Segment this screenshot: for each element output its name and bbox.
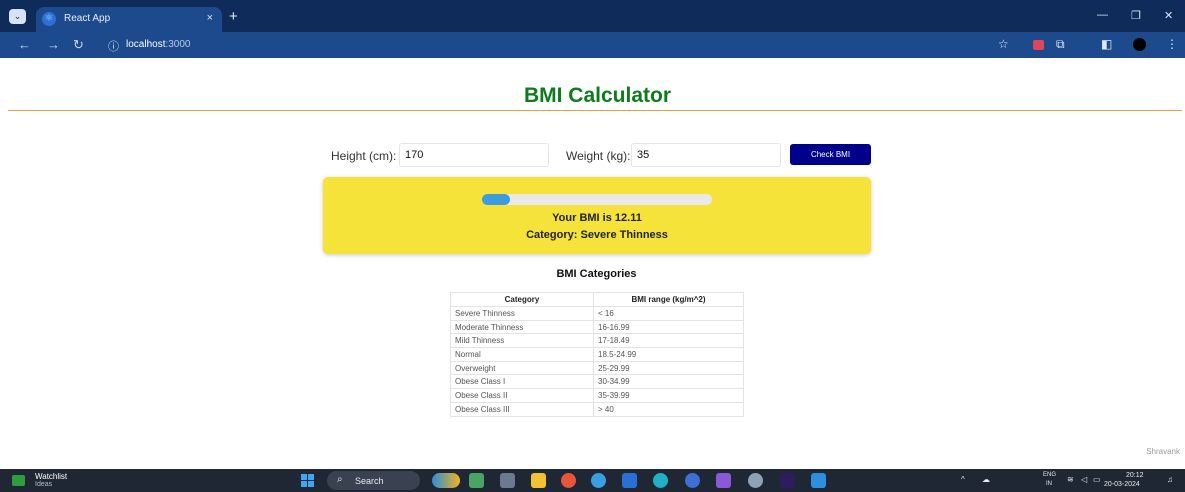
bmi-progress-fill [482,194,510,205]
category-cell: Obese Class I [450,374,594,390]
table-row: Moderate Thinness 16-16.99 [450,319,744,335]
table-row: Severe Thinness < 16 [450,306,744,321]
weight-label: Weight (kg): [566,149,631,163]
premiere-pro-icon[interactable] [780,473,795,488]
show-hidden-icons-icon[interactable]: ^ [961,475,965,484]
table-row: Obese Class II 35-39.99 [450,388,744,403]
browser-toolbar: ← → ↻ ⓘ localhost:3000 ☆ ⧉ ◧ ⋮ [0,32,1185,58]
back-arrow-icon[interactable]: ← [18,37,31,52]
volume-icon[interactable]: ◁ [1081,475,1087,484]
file-explorer-icon[interactable] [531,473,546,488]
site-info-icon[interactable]: ⓘ [108,38,119,54]
category-cell: Obese Class III [450,401,594,417]
minimize-icon[interactable]: — [1097,9,1108,21]
range-cell: 16-16.99 [593,319,744,335]
windows-taskbar: Watchlist Ideas ⌕ Search ^ ☁ ENG IN ≋ ◁ … [0,469,1185,492]
new-tab-button[interactable]: + [229,8,238,25]
tab-close-icon[interactable]: × [207,12,213,24]
react-favicon-icon: ⚛ [42,12,56,26]
table-row: Obese Class III > 40 [450,401,744,417]
height-input[interactable] [399,143,549,167]
bmi-result-box: Your BMI is 12.11 Category: Severe Thinn… [323,177,871,254]
bmi-progress-track [482,194,712,205]
url-port: :3000 [165,39,191,50]
forward-arrow-icon[interactable]: → [47,37,60,52]
category-cell: Moderate Thinness [450,319,594,335]
column-header-category: Category [450,292,594,307]
table-row: Obese Class I 30-34.99 [450,374,744,390]
language-code[interactable]: ENG [1043,472,1056,478]
tab-title: React App [64,13,111,24]
bmi-categories-table: Category BMI range (kg/m^2) Severe Thinn… [450,292,744,417]
browser-menu-icon[interactable]: ⋮ [1166,37,1178,51]
range-cell: 30-34.99 [593,374,744,390]
widget-subtitle: Ideas [35,481,53,488]
category-cell: Mild Thinness [450,333,594,349]
range-cell: 35-39.99 [593,388,744,403]
side-panel-icon[interactable]: ◧ [1101,37,1112,51]
store-icon[interactable] [622,473,637,488]
range-cell: > 40 [593,401,744,417]
category-cell: Obese Class II [450,388,594,403]
close-window-icon[interactable]: ✕ [1164,9,1173,22]
vscode-icon[interactable] [811,473,826,488]
browser-app-icon[interactable] [653,473,668,488]
settings-gear-icon[interactable] [748,473,763,488]
onedrive-icon[interactable]: ☁ [982,475,990,484]
height-label: Height (cm): [331,149,397,163]
task-view-icon[interactable] [500,473,515,488]
visual-studio-icon[interactable] [716,473,731,488]
language-region[interactable]: IN [1046,481,1052,487]
game-icon[interactable] [469,473,484,488]
range-cell: 17-18.49 [593,333,744,349]
search-icon: ⌕ [337,474,343,485]
title-divider [8,110,1182,111]
chrome-icon[interactable] [561,473,576,488]
author-watermark: Shravank [1146,447,1180,456]
bookmark-star-icon[interactable]: ☆ [998,37,1009,51]
bmi-category-text: Category: Severe Thinness [526,229,668,241]
url-host: localhost [126,39,166,50]
range-cell: 25-29.99 [593,360,744,376]
clock-date[interactable]: 20-03-2024 [1104,481,1140,488]
bmi-value-text: Your BMI is 12.11 [552,212,642,224]
wifi-icon[interactable]: ≋ [1067,475,1074,484]
table-header-row: Category BMI range (kg/m^2) [450,292,744,307]
category-cell: Severe Thinness [450,306,594,321]
taskbar-search-box[interactable]: ⌕ Search [327,471,420,490]
restore-icon[interactable]: ❐ [1131,9,1141,22]
weight-input[interactable] [631,143,781,167]
table-row: Overweight 25-29.99 [450,360,744,376]
table-row: Normal 18.5-24.99 [450,347,744,362]
r-app-icon[interactable] [685,473,700,488]
battery-icon[interactable]: ▭ [1093,475,1101,484]
browser-tab-bar: ⌄ ⚛ React App × + — ❐ ✕ [0,0,1185,32]
table-row: Mild Thinness 17-18.49 [450,333,744,349]
page-viewport: BMI Calculator Height (cm): Weight (kg):… [0,58,1185,469]
range-cell: < 16 [593,306,744,321]
address-bar[interactable]: ⓘ localhost:3000 [98,35,958,55]
range-cell: 18.5-24.99 [593,347,744,362]
browser-tab[interactable]: ⚛ React App × [36,7,222,32]
url-text: localhost:3000 [126,39,191,50]
notification-bell-icon[interactable]: ♫ [1167,475,1173,484]
clock-time[interactable]: 20:12 [1126,472,1144,479]
page-title: BMI Calculator [523,84,672,107]
windows-start-icon[interactable] [301,474,314,487]
categories-heading: BMI Categories [556,268,637,280]
profile-avatar[interactable] [1133,38,1146,51]
tab-search-chevron-icon[interactable]: ⌄ [9,9,26,24]
stock-chart-icon[interactable] [12,475,25,486]
widget-title[interactable]: Watchlist [35,472,67,481]
check-bmi-button[interactable]: Check BMI [790,144,871,165]
extension-icon[interactable] [1033,40,1044,50]
reload-icon[interactable]: ↻ [73,37,84,53]
column-header-bmi-range: BMI range (kg/m^2) [593,292,744,307]
extensions-puzzle-icon[interactable]: ⧉ [1056,37,1065,52]
category-cell: Normal [450,347,594,362]
copilot-icon[interactable] [432,473,460,488]
edge-icon[interactable] [591,473,606,488]
search-label: Search [355,476,384,486]
category-cell: Overweight [450,360,594,376]
